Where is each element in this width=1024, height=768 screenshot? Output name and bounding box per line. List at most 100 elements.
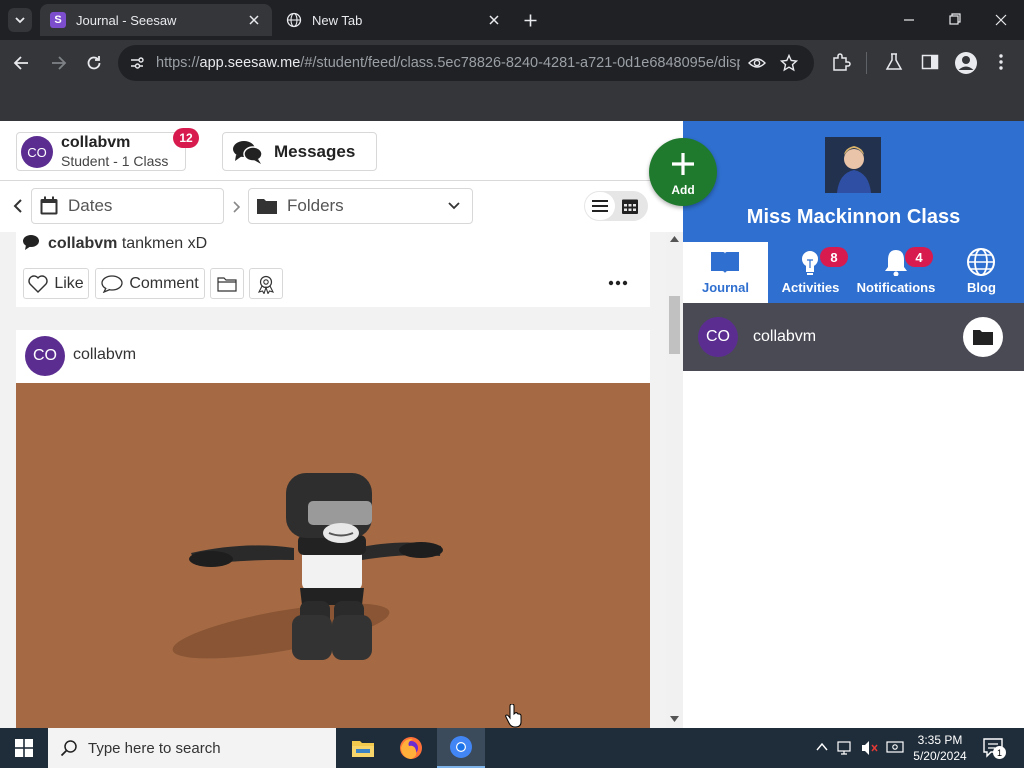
close-window-button[interactable] [990,10,1012,30]
arrow-right-icon [52,56,67,70]
chrome-button[interactable] [437,728,485,768]
browser-tab-strip: S Journal - Seesaw New Tab [0,0,1024,40]
display-icon[interactable] [886,740,904,756]
post-image[interactable] [16,383,650,728]
journal-feed: CO collabvm Student - 1 Class 12 Message… [0,121,683,728]
chrome-icon [450,736,472,758]
skills-button[interactable] [249,268,283,299]
windows-logo-icon [15,739,33,757]
extensions-icon[interactable] [831,52,851,72]
bookmark-star-icon[interactable] [780,54,798,72]
restore-button[interactable] [944,10,966,30]
tab-activities[interactable]: 8 Activities [768,242,853,303]
speech-bubble-icon [23,235,39,250]
class-photo [825,137,881,193]
tab-notifications[interactable]: 4 Notifications [853,242,939,303]
tab-label: Blog [967,280,996,295]
activities-badge: 8 [820,247,848,267]
divider [0,180,683,181]
eye-icon[interactable] [748,54,766,72]
taskbar-search[interactable]: Type here to search [48,728,336,768]
show-hidden-icons[interactable] [815,740,829,754]
labs-flask-icon[interactable] [884,52,904,72]
add-label: Add [671,183,695,197]
site-settings-icon[interactable] [118,45,156,81]
action-center-button[interactable]: 1 [982,737,1006,759]
search-placeholder: Type here to search [88,739,221,757]
list-view-icon[interactable] [585,192,615,220]
lightbulb-icon [802,251,818,275]
previous-post-card: collabvm tankmen xD Like Comment [16,232,650,307]
firefox-icon [400,737,422,759]
folder-button[interactable] [210,268,244,299]
messages-button[interactable]: Messages [222,132,377,171]
comment-author: collabvm [48,235,118,252]
reload-button[interactable] [84,53,104,73]
clock-time: 3:35 PM [917,733,963,747]
volume-muted-icon[interactable] [861,740,879,756]
post-author: collabvm [73,346,137,363]
scroll-down-icon[interactable] [670,716,679,722]
messages-label: Messages [274,141,356,161]
folder-outline-icon [217,276,237,292]
chevron-left-icon[interactable] [12,198,24,214]
scroll-up-icon[interactable] [670,236,679,242]
file-explorer-button[interactable] [340,728,386,768]
profile-icon[interactable] [954,51,978,75]
tab-journal[interactable]: Journal [683,242,768,303]
feed-scroll-area[interactable]: collabvm tankmen xD Like Comment CO coll… [0,232,666,728]
bookmarks-bar [0,86,1024,121]
folders-filter[interactable]: Folders [248,188,473,224]
clock[interactable]: 3:35 PM 5/20/2024 [908,732,972,764]
comment-button[interactable]: Comment [95,268,205,299]
user-name: collabvm [61,134,131,151]
new-tab-button[interactable] [520,10,540,30]
side-panel-icon[interactable] [920,52,940,72]
class-name: Miss Mackinnon Class [746,206,961,228]
tab-new-tab[interactable]: New Tab [276,4,512,36]
chat-bubbles-icon [233,140,263,164]
tab-search-button[interactable] [8,8,32,32]
chevron-right-icon[interactable] [231,200,241,214]
firefox-button[interactable] [388,728,434,768]
forward-button[interactable] [48,53,68,73]
dates-filter[interactable]: Dates [31,188,224,224]
calendar-view-icon[interactable] [621,197,639,215]
close-icon[interactable] [486,12,502,28]
menu-kebab-icon[interactable] [994,52,1008,72]
user-role: Student - 1 Class [61,153,169,169]
tankman-3d-figure [172,473,443,660]
close-icon[interactable] [246,12,262,28]
start-button[interactable] [0,728,48,768]
tab-title: New Tab [312,12,363,28]
avatar: CO [698,317,738,357]
windows-taskbar: Type here to search 3:35 PM 5/20/2024 1 [0,728,1024,768]
account-switcher[interactable]: CO collabvm Student - 1 Class [16,132,186,171]
scroll-thumb[interactable] [669,296,680,354]
reload-icon [87,56,101,70]
minimize-button[interactable] [898,10,920,30]
class-nav: Journal 8 Activities 4 Notifications Blo… [683,242,1024,303]
tab-blog[interactable]: Blog [939,242,1024,303]
feed-scrollbar[interactable] [666,232,683,728]
tab-label: Notifications [856,280,936,295]
award-icon [257,275,275,294]
toolbar-divider [866,52,867,74]
network-icon[interactable] [837,740,855,756]
url-scheme: https:// [156,55,200,71]
more-options-icon[interactable] [608,280,628,286]
address-bar[interactable]: https://app.seesaw.me/#/student/feed/cla… [118,45,814,81]
add-button[interactable]: Add [649,138,717,206]
student-row[interactable]: CO collabvm [683,303,1024,371]
student-folder-button[interactable] [963,317,1003,357]
seesaw-icon: S [50,12,66,28]
like-button[interactable]: Like [23,268,89,299]
tab-journal[interactable]: S Journal - Seesaw [40,4,272,36]
notifications-badge: 4 [905,247,933,267]
view-toggle[interactable] [584,191,648,221]
seesaw-page: CO collabvm Student - 1 Class 12 Message… [0,121,1024,728]
back-button[interactable] [12,53,32,73]
tab-title: Journal - Seesaw [76,12,177,28]
notification-badge: 12 [173,128,199,148]
comment-label: Comment [129,274,199,292]
